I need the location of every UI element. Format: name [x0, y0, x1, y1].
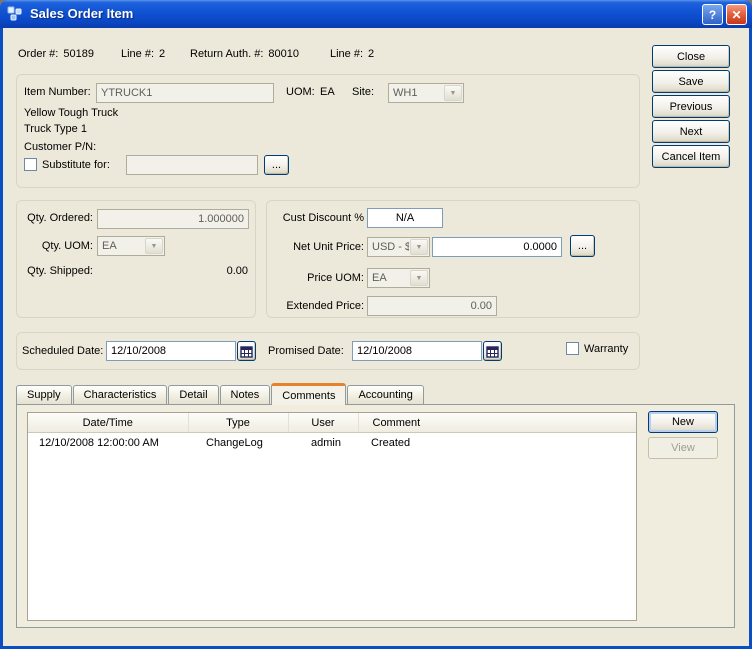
calendar-icon: [486, 345, 499, 358]
line-number-2-value: 2: [368, 48, 374, 60]
item-uom-label: UOM:: [286, 86, 315, 99]
save-button[interactable]: Save: [652, 70, 730, 93]
cust-discount-label: Cust Discount %: [266, 212, 364, 225]
tab-detail[interactable]: Detail: [168, 385, 218, 405]
column-header-datetime[interactable]: Date/Time: [28, 413, 188, 433]
view-comment-button[interactable]: View: [648, 437, 718, 459]
order-number-label: Order #:: [18, 48, 58, 60]
substitute-browse-button[interactable]: ...: [264, 155, 289, 175]
column-header-type[interactable]: Type: [188, 413, 288, 433]
calendar-icon: [240, 345, 253, 358]
net-unit-price-field[interactable]: [432, 237, 562, 257]
item-uom-value: EA: [320, 86, 335, 99]
tab-comments[interactable]: Comments: [271, 383, 346, 405]
site-label: Site:: [352, 86, 374, 99]
promised-date-label: Promised Date:: [268, 345, 344, 358]
chevron-down-icon: ▼: [410, 239, 428, 255]
line-number-2: Line #: 2: [330, 48, 374, 61]
return-auth-value: 80010: [268, 48, 299, 60]
price-browse-button[interactable]: ...: [570, 235, 595, 257]
customer-pn-label: Customer P/N:: [24, 141, 96, 154]
comments-table[interactable]: Date/Time Type User Comment 12/10/2008 1…: [27, 412, 637, 621]
next-button[interactable]: Next: [652, 120, 730, 143]
window-close-button[interactable]: ✕: [726, 4, 747, 25]
close-button[interactable]: Close: [652, 45, 730, 68]
cust-discount-field[interactable]: [367, 208, 443, 228]
promised-date-field[interactable]: [352, 341, 482, 361]
substitute-label: Substitute for:: [42, 159, 110, 172]
qty-shipped-label: Qty. Shipped:: [16, 265, 93, 278]
comment-datetime: 12/10/2008 12:00:00 AM: [28, 433, 188, 453]
qty-ordered-field[interactable]: [97, 209, 249, 229]
item-number-field[interactable]: [96, 83, 274, 103]
tab-supply[interactable]: Supply: [16, 385, 72, 405]
column-header-user[interactable]: User: [288, 413, 358, 433]
warranty-checkbox[interactable]: [566, 342, 579, 355]
scheduled-date-field[interactable]: [106, 341, 236, 361]
qty-uom-label: Qty. UOM:: [16, 240, 93, 253]
chevron-down-icon: ▼: [145, 238, 163, 254]
cancel-item-button[interactable]: Cancel Item: [652, 145, 730, 168]
scheduled-date-calendar-button[interactable]: [237, 341, 256, 361]
line-number-1-value: 2: [159, 48, 165, 60]
tab-notes[interactable]: Notes: [220, 385, 271, 405]
price-uom-value: EA: [368, 269, 409, 287]
qty-ordered-label: Qty. Ordered:: [16, 212, 93, 225]
warranty-label: Warranty: [584, 343, 628, 356]
net-unit-price-label: Net Unit Price:: [266, 241, 364, 254]
comment-type: ChangeLog: [188, 433, 288, 453]
line-number-1-label: Line #:: [121, 48, 154, 60]
currency-value: USD - $: [368, 238, 409, 256]
line-number-2-label: Line #:: [330, 48, 363, 60]
new-comment-button[interactable]: New: [648, 411, 718, 433]
currency-combobox[interactable]: USD - $ ▼: [367, 237, 430, 257]
return-auth-number: Return Auth. #: 80010: [190, 48, 299, 61]
order-number-value: 50189: [63, 48, 94, 60]
previous-button[interactable]: Previous: [652, 95, 730, 118]
tab-accounting[interactable]: Accounting: [347, 385, 423, 405]
comment-text: Created: [358, 433, 636, 453]
qty-shipped-value: 0.00: [150, 265, 248, 278]
comment-user: admin: [288, 433, 358, 453]
return-auth-label: Return Auth. #:: [190, 48, 263, 60]
tab-bar: Supply Characteristics Detail Notes Comm…: [16, 383, 425, 405]
tab-characteristics[interactable]: Characteristics: [73, 385, 168, 405]
window-title: Sales Order Item: [30, 0, 133, 28]
site-value: WH1: [389, 84, 443, 102]
app-icon: [7, 6, 23, 22]
comments-header-row: Date/Time Type User Comment: [28, 413, 636, 433]
comment-row[interactable]: 12/10/2008 12:00:00 AM ChangeLog admin C…: [28, 433, 636, 453]
extended-price-label: Extended Price:: [266, 300, 364, 313]
price-uom-combobox[interactable]: EA ▼: [367, 268, 430, 288]
item-description-line1: Yellow Tough Truck: [24, 107, 118, 120]
price-uom-label: Price UOM:: [266, 272, 364, 285]
help-button[interactable]: ?: [702, 4, 723, 25]
column-header-comment[interactable]: Comment: [358, 413, 636, 433]
site-combobox[interactable]: WH1 ▼: [388, 83, 464, 103]
chevron-down-icon: ▼: [410, 270, 428, 286]
substitute-field[interactable]: [126, 155, 258, 175]
qty-uom-value: EA: [98, 237, 144, 255]
order-number: Order #: 50189: [18, 48, 94, 61]
substitute-checkbox[interactable]: [24, 158, 37, 171]
promised-date-calendar-button[interactable]: [483, 341, 502, 361]
item-number-label: Item Number:: [24, 86, 91, 99]
line-number-1: Line #: 2: [121, 48, 165, 61]
chevron-down-icon: ▼: [444, 85, 462, 101]
sales-order-item-window: Sales Order Item ? ✕ Order #: 50189 Line …: [0, 0, 752, 649]
item-description-line2: Truck Type 1: [24, 123, 87, 136]
titlebar[interactable]: Sales Order Item ? ✕: [0, 0, 752, 28]
scheduled-date-label: Scheduled Date:: [22, 345, 103, 358]
extended-price-field[interactable]: [367, 296, 497, 316]
qty-uom-combobox[interactable]: EA ▼: [97, 236, 165, 256]
